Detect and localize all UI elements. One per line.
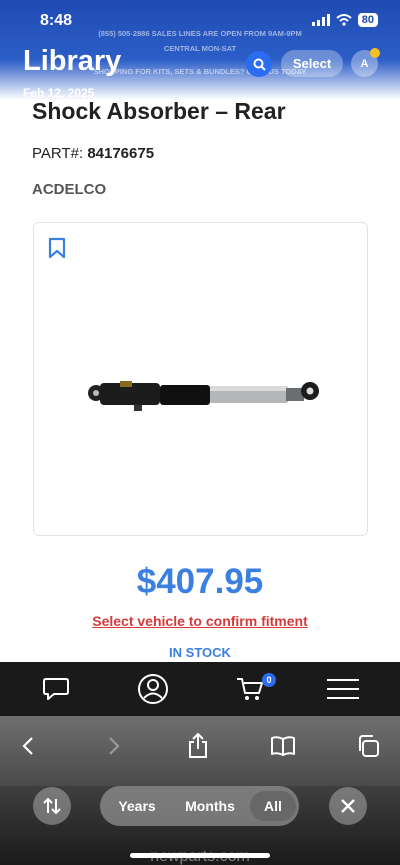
filter-months[interactable]: Months [178,791,242,821]
cart-count-badge: 0 [262,673,276,687]
part-number: 84176675 [87,145,155,162]
status-indicators: 80 [311,13,378,27]
part-number-row: PART#: 84176675 [32,145,154,162]
tabs-button[interactable] [353,731,383,761]
library-title: Library [23,45,122,77]
cart-icon [237,678,263,700]
select-vehicle-link[interactable]: Select vehicle to confirm fitment [0,613,400,629]
sort-button[interactable] [33,787,71,825]
forward-button[interactable] [99,731,129,761]
tabs-icon [359,735,379,757]
share-icon [189,733,207,758]
battery-indicator: 80 [357,13,378,27]
product-price: $407.95 [136,562,264,601]
close-icon [341,799,355,813]
chat-icon [43,678,69,700]
bookmarks-button[interactable] [268,731,298,761]
search-icon [253,58,266,71]
browser-toolbar [0,716,400,786]
filter-all[interactable]: All [250,791,296,821]
select-button[interactable]: Select [281,50,343,77]
back-icon [22,737,33,755]
brand-name: ACDELCO [32,181,107,198]
status-time: 8:48 [40,12,73,29]
stock-status: IN STOCK [169,645,231,660]
bookmarks-icon [271,736,295,756]
menu-button[interactable] [326,672,360,706]
notification-dot [370,48,380,58]
site-bottom-nav [0,662,400,716]
product-title: Shock Absorber – Rear [32,98,286,124]
cellular-signal-icon [311,14,330,26]
shock-absorber-image [88,381,319,411]
filter-years[interactable]: Years [106,791,168,821]
avatar-initial: A [360,57,369,70]
menu-icon [327,679,359,699]
account-icon [138,674,168,704]
promo-banner-line: (855) 505-2886 SALES LINES ARE OPEN FROM… [98,29,302,38]
sort-arrows-icon [43,797,61,815]
share-button[interactable] [183,731,213,761]
product-image-card[interactable] [33,222,368,536]
search-button[interactable] [246,51,272,77]
avatar[interactable]: A [351,48,380,77]
wifi-icon [336,14,352,26]
forward-icon [109,737,120,755]
part-label: PART#: [32,145,84,162]
back-button[interactable] [13,731,43,761]
home-indicator[interactable] [130,853,270,858]
bookmark-icon[interactable] [48,237,66,259]
time-filter-segmented-control: Years Months All [100,786,299,826]
chat-button[interactable] [39,672,73,706]
account-button[interactable] [136,672,170,706]
close-button[interactable] [329,787,367,825]
